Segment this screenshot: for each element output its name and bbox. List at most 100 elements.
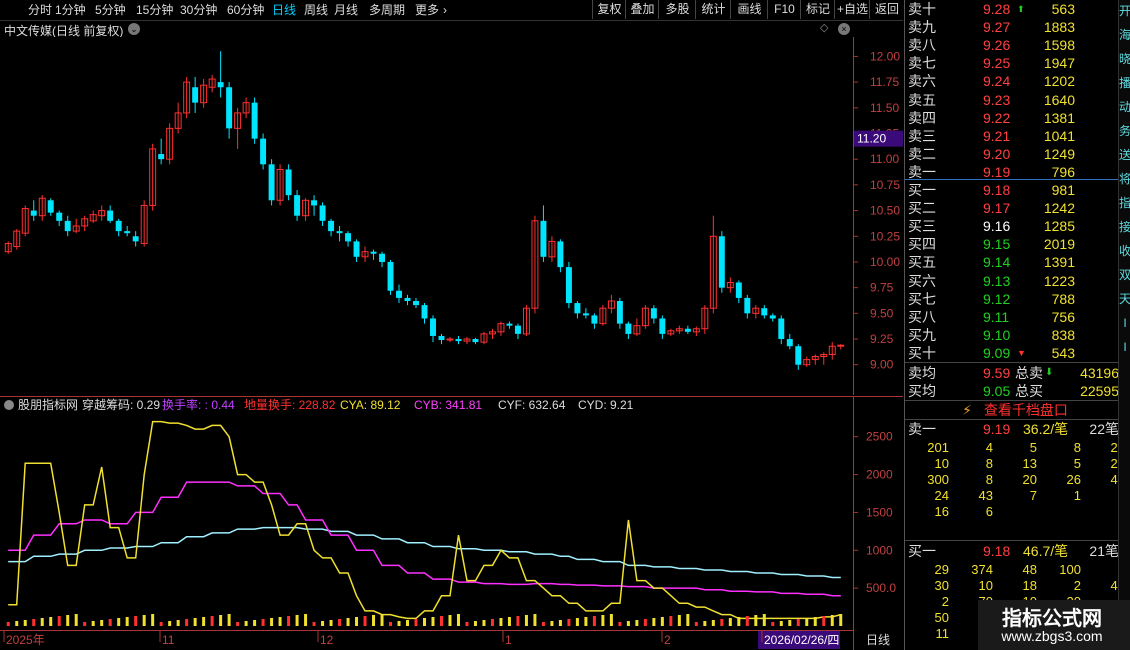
bid-row[interactable]: 买七 9.12 788 <box>905 290 1125 308</box>
ask-row[interactable]: 卖四 9.22 1381 <box>905 109 1125 127</box>
candlestick-chart[interactable]: 12.0011.7511.5011.2511.0010.7510.5010.25… <box>0 37 903 395</box>
candle-body <box>64 220 71 232</box>
indicator-chart[interactable]: 股朋指标网 穿越筹码: 0.29 换手率: : 0.44 地量换手: 228.8… <box>0 396 903 650</box>
period-tab[interactable]: 分时 <box>28 2 52 18</box>
volume-bar <box>456 614 460 626</box>
candle-body <box>107 210 114 221</box>
volume-bar <box>779 621 783 626</box>
candle-body <box>115 220 122 232</box>
bid-row[interactable]: 买九 9.10 838 <box>905 326 1125 344</box>
volume-bar <box>202 617 206 626</box>
bid1-detail-header[interactable]: 买一 9.18 46.7/笔 21笔 <box>905 542 1125 560</box>
period-tab[interactable]: 日线 <box>272 2 296 18</box>
y-tick-label: 11.75 <box>870 75 899 89</box>
ask-volume: 563 <box>1051 1 1075 17</box>
volume-bar <box>745 616 749 626</box>
candle-body <box>311 200 318 206</box>
period-tab[interactable]: 15分钟 <box>136 2 173 18</box>
toolbar-button[interactable]: 画线 <box>730 0 768 19</box>
ask-row[interactable]: 卖三 9.21 1041 <box>905 127 1125 145</box>
lightning-icon: ⚡ <box>962 402 972 418</box>
candle-body <box>735 282 742 298</box>
candle-body <box>540 220 547 257</box>
toolbar-button[interactable]: 复权 <box>592 0 626 19</box>
bid1-detail-cell: 48 <box>1022 562 1037 577</box>
chevron-right-icon[interactable]: › <box>443 2 447 18</box>
candle-body <box>718 236 725 288</box>
bid-row[interactable]: 买八 9.11 756 <box>905 308 1125 326</box>
volume-bar <box>533 614 537 626</box>
ask-label: 卖九 <box>908 19 936 36</box>
side-strip-char: 接 <box>1119 220 1130 234</box>
y-tick-label: 10.25 <box>870 229 900 243</box>
bid-row[interactable]: 买二 9.17 1242 <box>905 199 1125 217</box>
side-news-strip[interactable]: 开海晓播动务送将指接收双天II <box>1118 0 1130 650</box>
ask-row[interactable]: 卖六 9.24 1202 <box>905 72 1125 90</box>
indicator-menu-icon <box>4 400 14 410</box>
qianda-button[interactable]: ⚡ 查看千档盘口 <box>905 401 1125 419</box>
summary-label: 卖均 <box>908 365 936 381</box>
bid-row[interactable]: 买三 9.16 1285 <box>905 217 1125 235</box>
candle-body <box>650 308 657 319</box>
bid-row[interactable]: 买五 9.14 1391 <box>905 253 1125 271</box>
period-tab[interactable]: 1分钟 <box>55 2 86 18</box>
ask-row[interactable]: 卖二 9.20 1249 <box>905 145 1125 163</box>
chevron-down-icon[interactable]: ⌄ <box>128 23 140 35</box>
period-tab[interactable]: 周线 <box>304 2 328 18</box>
volume-bar <box>490 619 494 626</box>
period-tab[interactable]: 更多 <box>415 2 439 18</box>
ask-price: 9.25 <box>983 55 1011 72</box>
side-strip-char: 播 <box>1119 76 1130 90</box>
period-tab[interactable]: 月线 <box>334 2 358 18</box>
summary-row: 卖均 9.59 总卖 ⬇ 43196 <box>905 364 1125 382</box>
period-tab[interactable]: 多周期 <box>369 2 405 18</box>
bid-price: 9.18 <box>983 182 1011 198</box>
bid-row[interactable]: 买四 9.15 2019 <box>905 235 1125 253</box>
volume-bar <box>278 617 282 626</box>
ask1-detail-cell: 8 <box>985 456 993 471</box>
ask-price: 9.27 <box>983 19 1011 36</box>
bid-row[interactable]: 买十 9.09 ▼ 543 <box>905 344 1125 362</box>
ask1-detail-cell: 5 <box>1029 440 1037 455</box>
toolbar-button[interactable]: 返回 <box>869 0 904 19</box>
diamond-icon[interactable]: ◇ <box>820 21 828 34</box>
summary-total: 43196 <box>1080 365 1119 381</box>
ask1-detail-header[interactable]: 卖一 9.19 36.2/笔 22笔 <box>905 420 1125 438</box>
volume-bar <box>754 615 758 626</box>
summary-row: 买均 9.05 总买 22595 <box>905 382 1125 400</box>
volume-bar <box>295 615 299 626</box>
side-strip-char: 晓 <box>1119 52 1130 66</box>
period-tab[interactable]: 30分钟 <box>180 2 217 18</box>
bid-row[interactable]: 买一 9.18 981 <box>905 181 1125 199</box>
current-price-label: 11.20 <box>857 132 886 146</box>
close-icon[interactable]: × <box>838 23 850 35</box>
ask-row[interactable]: 卖五 9.23 1640 <box>905 91 1125 109</box>
candle-body <box>455 339 462 342</box>
volume-bar <box>15 621 19 626</box>
arrow-up-icon: ⬆ <box>1017 4 1025 14</box>
bid-volume: 2019 <box>1043 236 1075 253</box>
candle-body <box>268 164 275 201</box>
toolbar-button[interactable]: 标记 <box>800 0 835 19</box>
ask-row[interactable]: 卖十 9.28 ⬆ 563 <box>905 0 1125 18</box>
toolbar-button[interactable]: 统计 <box>695 0 731 19</box>
ask-row[interactable]: 卖七 9.25 1947 <box>905 54 1125 72</box>
bid-label: 买七 <box>908 290 936 307</box>
watermark: 指标公式网 www.zbgs3.com <box>978 600 1130 650</box>
period-tab[interactable]: 5分钟 <box>95 2 126 18</box>
ask-row[interactable]: 卖八 9.26 1598 <box>905 36 1125 54</box>
bid-row[interactable]: 买六 9.13 1223 <box>905 272 1125 290</box>
volume-bar <box>346 618 350 626</box>
qianda-button-label: 查看千档盘口 <box>983 402 1068 418</box>
y-tick-label: 9.75 <box>870 281 894 295</box>
bid-label: 买二 <box>908 200 936 217</box>
period-tab[interactable]: 60分钟 <box>227 2 264 18</box>
toolbar-button[interactable]: F10 <box>767 0 801 19</box>
toolbar-button[interactable]: 多股 <box>658 0 696 19</box>
candle-body <box>251 102 258 139</box>
toolbar-button[interactable]: 叠加 <box>625 0 659 19</box>
toolbar-button[interactable]: +自选 <box>834 0 870 19</box>
ask-row[interactable]: 卖九 9.27 1883 <box>905 18 1125 36</box>
ask-volume: 1598 <box>1043 37 1075 54</box>
candle-body <box>506 323 513 326</box>
